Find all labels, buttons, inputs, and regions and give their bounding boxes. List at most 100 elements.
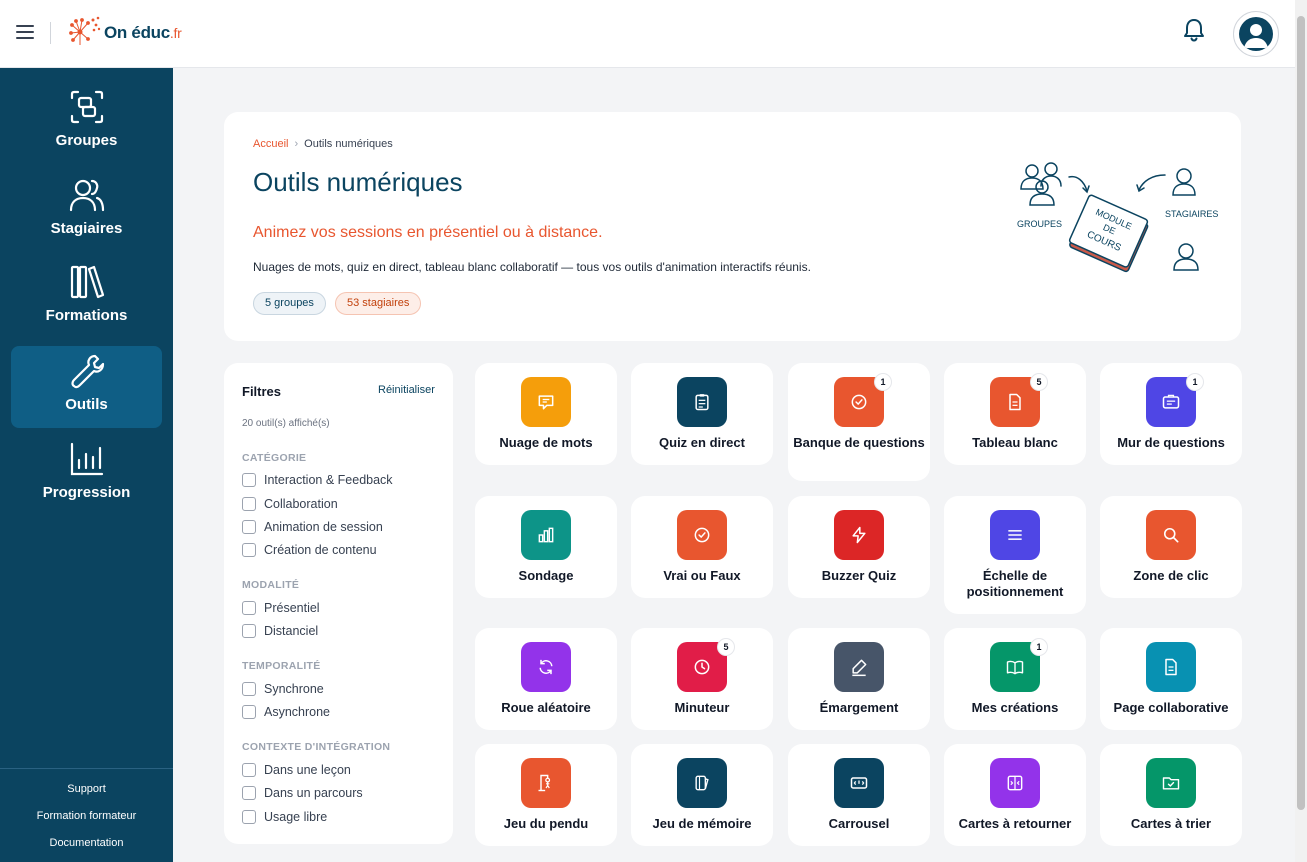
sidebar-item-stagiaires[interactable]: Stagiaires: [11, 170, 162, 252]
tool-card-emargement[interactable]: Émargement: [788, 628, 930, 730]
tool-label: Cartes à trier: [1130, 816, 1212, 831]
filter-option-parcours[interactable]: Dans un parcours: [242, 786, 363, 800]
tool-card-cartes-a-trier[interactable]: Cartes à trier: [1100, 744, 1242, 846]
tool-label: Buzzer Quiz: [821, 568, 897, 583]
avatar: [1239, 17, 1273, 51]
tool-icon-tile: [1146, 642, 1196, 692]
tool-card-quiz-en-direct[interactable]: Quiz en direct: [631, 363, 773, 465]
breadcrumb-home[interactable]: Accueil: [253, 138, 288, 150]
tool-label: Roue aléatoire: [501, 700, 591, 715]
sidebar-item-label: Groupes: [55, 132, 118, 149]
documentation-link[interactable]: Documentation: [0, 830, 173, 857]
tool-icon-tile: [834, 642, 884, 692]
page-subtitle: Animez vos sessions en présentiel ou à d…: [253, 224, 603, 241]
checkbox[interactable]: [242, 810, 256, 824]
reset-filters-button[interactable]: Réinitialiser: [378, 384, 435, 396]
tool-card-roue-aleatoire[interactable]: Roue aléatoire: [475, 628, 617, 730]
tool-label: Échelle de positionnement: [966, 568, 1064, 599]
sidebar-item-groupes[interactable]: Groupes: [11, 82, 162, 164]
scrollbar-thumb[interactable]: [1297, 16, 1305, 810]
checkbox[interactable]: [242, 786, 256, 800]
checkbox[interactable]: [242, 624, 256, 638]
clock-icon: [694, 659, 710, 675]
tool-card-echelle-de-positionnement[interactable]: Échelle de positionnement: [944, 496, 1086, 614]
checkbox[interactable]: [242, 520, 256, 534]
tool-card-tableau-blanc[interactable]: 5 Tableau blanc: [944, 363, 1086, 465]
user-avatar-button[interactable]: [1233, 11, 1279, 57]
filter-option-libre[interactable]: Usage libre: [242, 810, 327, 824]
filter-heading: MODALITÉ: [242, 579, 300, 591]
sidebar-footer: Support Formation formateur Documentatio…: [0, 768, 173, 857]
tool-card-banque-de-questions[interactable]: 1 Banque de questions: [788, 363, 930, 481]
tool-label: Jeu de mémoire: [652, 816, 752, 831]
sidebar-item-progression[interactable]: Progression: [11, 434, 162, 516]
tool-icon-tile: [521, 510, 571, 560]
tool-card-mur-de-questions[interactable]: 1 Mur de questions: [1100, 363, 1242, 465]
tool-card-buzzer-quiz[interactable]: Buzzer Quiz: [788, 496, 930, 598]
filter-option-interaction[interactable]: Interaction & Feedback: [242, 473, 393, 487]
tool-label: Nuage de mots: [499, 435, 593, 450]
tool-card-zone-de-clic[interactable]: Zone de clic: [1100, 496, 1242, 598]
tool-label: Mur de questions: [1117, 435, 1225, 450]
tool-card-nuage-de-mots[interactable]: Nuage de mots: [475, 363, 617, 465]
tool-card-mes-creations[interactable]: 1 Mes créations: [944, 628, 1086, 730]
filter-option-animation[interactable]: Animation de session: [242, 520, 383, 534]
filter-option-asynchrone[interactable]: Asynchrone: [242, 705, 330, 719]
tool-card-carrousel[interactable]: Carrousel: [788, 744, 930, 846]
checkbox[interactable]: [242, 682, 256, 696]
svg-text:STAGIAIRES: STAGIAIRES: [1165, 209, 1218, 219]
breadcrumb: Accueil › Outils numériques: [253, 138, 393, 150]
cards-icon: [695, 775, 709, 791]
tool-card-jeu-du-pendu[interactable]: Jeu du pendu: [475, 744, 617, 846]
filter-heading: TEMPORALITÉ: [242, 660, 321, 672]
message-icon: [538, 395, 554, 410]
filter-option-presentiel[interactable]: Présentiel: [242, 601, 320, 615]
svg-text:GROUPES: GROUPES: [1017, 219, 1062, 229]
tool-card-vrai-ou-faux[interactable]: Vrai ou Faux: [631, 496, 773, 598]
filter-option-lecon[interactable]: Dans une leçon: [242, 763, 351, 777]
sidebar-item-outils[interactable]: Outils: [11, 346, 162, 428]
lightning-icon: [852, 526, 866, 544]
checkbox[interactable]: [242, 705, 256, 719]
training-link[interactable]: Formation formateur: [0, 803, 173, 830]
checkbox[interactable]: [242, 497, 256, 511]
tool-card-jeu-de-memoire[interactable]: Jeu de mémoire: [631, 744, 773, 846]
menu-icon[interactable]: [16, 25, 34, 39]
checkbox[interactable]: [242, 473, 256, 487]
tool-icon-tile: [677, 758, 727, 808]
tool-card-sondage[interactable]: Sondage: [475, 496, 617, 598]
filter-option-distanciel[interactable]: Distanciel: [242, 624, 318, 638]
tool-label: Minuteur: [674, 700, 730, 715]
bell-icon[interactable]: [1182, 17, 1206, 43]
filters-panel: Filtres Réinitialiser 20 outil(s) affich…: [224, 363, 453, 844]
tools-count: 20 outil(s) affiché(s): [242, 418, 330, 429]
sidebar-item-label: Formations: [45, 307, 128, 324]
tool-card-minuteur[interactable]: 5 Minuteur: [631, 628, 773, 730]
page-title: Outils numériques: [253, 167, 463, 197]
filter-option-creation[interactable]: Création de contenu: [242, 543, 377, 557]
count-badge: 5: [1030, 373, 1048, 391]
bar-chart-icon: [70, 442, 103, 476]
scrollbar[interactable]: [1295, 0, 1307, 862]
book-icon: [1006, 660, 1024, 675]
filter-option-collaboration[interactable]: Collaboration: [242, 497, 338, 511]
filter-heading: CONTEXTE D'INTÉGRATION: [242, 741, 391, 753]
support-link[interactable]: Support: [0, 776, 173, 803]
document-icon: [1009, 393, 1021, 411]
count-badge: 1: [874, 373, 892, 391]
checkbox[interactable]: [242, 543, 256, 557]
sidebar-item-formations[interactable]: Formations: [11, 257, 162, 339]
tool-icon-tile: [1146, 758, 1196, 808]
check-circle-icon: [694, 527, 710, 543]
tool-card-page-collaborative[interactable]: Page collaborative: [1100, 628, 1242, 730]
checkbox[interactable]: [242, 763, 256, 777]
filter-option-synchrone[interactable]: Synchrone: [242, 682, 324, 696]
tool-label: Jeu du pendu: [503, 816, 589, 831]
document-icon: [1165, 658, 1177, 676]
sidebar-item-label: Stagiaires: [50, 220, 123, 237]
tool-icon-tile: [521, 758, 571, 808]
tool-card-cartes-a-retourner[interactable]: Cartes à retourner: [944, 744, 1086, 846]
checkbox[interactable]: [242, 601, 256, 615]
tool-icon-tile: [1146, 510, 1196, 560]
logo[interactable]: On éduc.fr: [68, 15, 182, 51]
